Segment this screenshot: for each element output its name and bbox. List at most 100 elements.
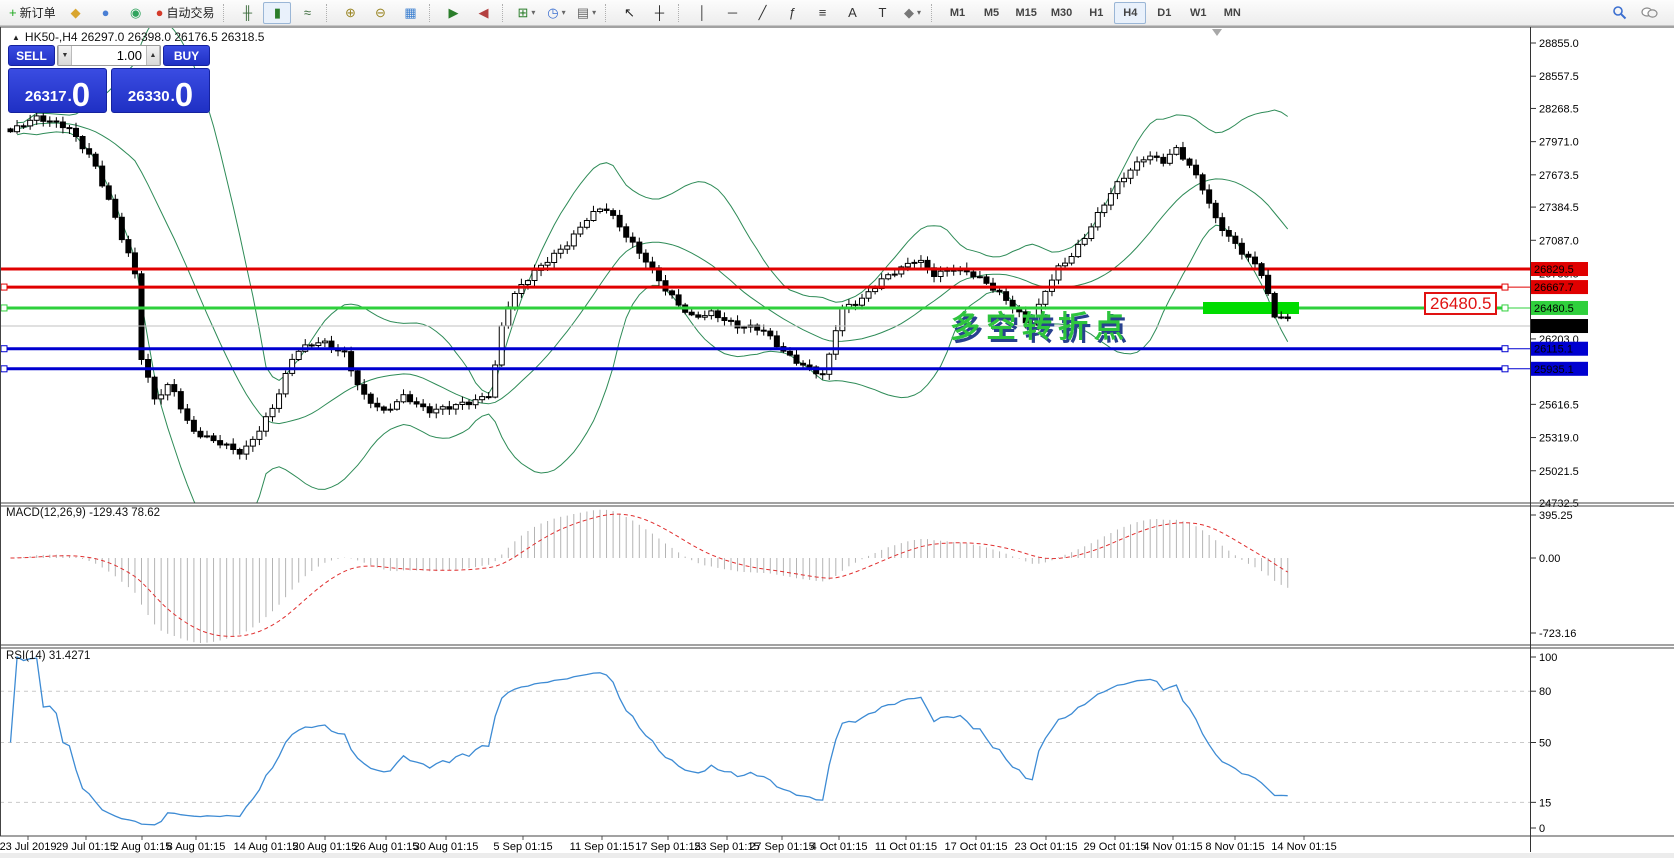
toolbar-separator <box>223 3 228 22</box>
line-anchor-marker[interactable] <box>0 365 8 373</box>
text-button[interactable]: A <box>838 2 866 24</box>
fibonacci-button[interactable]: ƒ <box>778 2 806 24</box>
tf-mn-button[interactable]: MN <box>1216 2 1248 24</box>
tf-h1-button[interactable]: H1 <box>1080 2 1112 24</box>
candle <box>1219 217 1226 231</box>
community-icon[interactable]: ● <box>92 2 120 24</box>
crosshair-button[interactable]: ┼ <box>645 2 673 24</box>
candle <box>7 128 14 133</box>
new-order-button[interactable]: + 新订单 <box>5 2 60 24</box>
market-icon[interactable]: ◆ <box>62 2 90 24</box>
line-anchor-marker[interactable] <box>1501 283 1509 291</box>
bar-chart-icon: ╫ <box>242 5 253 20</box>
cursor-icon: ↖ <box>624 5 635 20</box>
tf-m30-button[interactable]: M30 <box>1045 2 1078 24</box>
volume-input[interactable] <box>72 46 146 65</box>
candle <box>171 384 178 393</box>
candle <box>446 406 453 410</box>
zoom-in-button[interactable]: ⊕ <box>336 2 364 24</box>
candle <box>282 373 289 395</box>
trendline-icon: ╱ <box>758 5 767 20</box>
line-anchor-marker[interactable] <box>1501 345 1509 353</box>
candle <box>714 310 721 319</box>
vertical-line-button[interactable]: │ <box>688 2 716 24</box>
signals-icon[interactable]: ◉ <box>122 2 150 24</box>
dropdown-caret-icon: ▾ <box>561 8 566 17</box>
line-anchor-marker[interactable] <box>0 283 8 291</box>
time-axis-label: 29 Oct 01:15 <box>1084 841 1147 853</box>
price-axis-label: 28557.5 <box>1539 71 1579 83</box>
periods-button[interactable]: ◷ ▾ <box>542 2 570 24</box>
line-anchor-marker[interactable] <box>1501 304 1509 312</box>
buy-button[interactable]: BUY <box>163 45 210 66</box>
candle <box>767 330 774 337</box>
toolbar-buttons: + 新订单 ◆ ● ◉ ● 自动交易 ╫ ▮ ≈ ⊕ ⊖ ▦ ▶ ◀ ⊞ ▾ ◷ ▾ ▤ ▾ ↖ ┼ │ ─ ╱ ƒ ≡ A T ◆ ▾ M1 M… <box>4 1 1249 24</box>
tf-m5-button[interactable]: M5 <box>975 2 1007 24</box>
search-icon <box>1612 6 1626 20</box>
candle <box>505 306 512 327</box>
price-tag-label: 25935.1 <box>1534 364 1574 376</box>
candle <box>387 408 394 411</box>
candlestick-chart-button[interactable]: ▮ <box>263 1 292 24</box>
price-tag-label: 26115.1 <box>1534 344 1573 356</box>
price-axis-label: 27087.0 <box>1539 235 1579 247</box>
cursor-button[interactable]: ↖ <box>615 2 643 24</box>
volume-decrease-button[interactable]: ▼ <box>58 46 72 65</box>
dropdown-caret-icon: ▾ <box>592 8 597 17</box>
zoom-out-button[interactable]: ⊖ <box>366 2 394 24</box>
time-axis-label: 11 Oct 01:15 <box>875 841 937 853</box>
line-chart-button[interactable]: ≈ <box>293 2 321 24</box>
candle <box>885 274 892 280</box>
shapes-icon: ◆ <box>903 5 914 20</box>
channels-icon: ≡ <box>818 5 827 20</box>
sell-button[interactable]: SELL <box>8 45 55 66</box>
new-chart-button[interactable]: ⊞ ▾ <box>512 2 540 24</box>
channels-button[interactable]: ≡ <box>808 2 836 24</box>
tf-d1-button[interactable]: D1 <box>1148 2 1180 24</box>
candle <box>865 291 872 299</box>
text-label-button[interactable]: T <box>868 2 896 24</box>
highlight-rectangle[interactable] <box>1203 302 1299 314</box>
candle <box>400 394 407 403</box>
bar-chart-button[interactable]: ╫ <box>233 2 261 24</box>
sell-price-button[interactable]: 26317 . 0 <box>8 68 107 113</box>
candle <box>688 311 695 316</box>
chart-shift-button[interactable]: ◀ <box>469 2 497 24</box>
candle <box>603 208 610 212</box>
candle <box>1107 193 1114 206</box>
autotrading-button[interactable]: ● 自动交易 <box>152 2 219 24</box>
tile-windows-button[interactable]: ▦ <box>396 2 424 24</box>
price-axis-label: 24732.5 <box>1539 498 1579 510</box>
tf-m15-button[interactable]: M15 <box>1009 2 1042 24</box>
buy-price-button[interactable]: 26330 . 0 <box>111 68 210 113</box>
line-anchor-marker[interactable] <box>0 345 8 353</box>
auto-scroll-button[interactable]: ▶ <box>439 2 467 24</box>
tf-w1-button[interactable]: W1 <box>1182 2 1214 24</box>
horizontal-line-button[interactable]: ─ <box>718 2 746 24</box>
volume-increase-button[interactable]: ▲ <box>146 46 160 65</box>
candle <box>891 273 898 276</box>
candle <box>629 236 636 243</box>
chat-button[interactable] <box>1635 2 1663 24</box>
autotrading-button-label: 自动交易 <box>166 6 215 20</box>
trendline-button[interactable]: ╱ <box>748 2 776 24</box>
tf-h4-button[interactable]: H4 <box>1114 1 1147 24</box>
candle <box>1225 230 1232 237</box>
line-anchor-marker[interactable] <box>0 304 8 312</box>
chart-shift-marker[interactable] <box>1212 29 1222 36</box>
macd-axis-label: 395.25 <box>1539 510 1573 522</box>
candle <box>583 220 590 228</box>
toolbar-separator <box>931 3 936 22</box>
tf-m1-button[interactable]: M1 <box>941 2 973 24</box>
templates-button[interactable]: ▤ ▾ <box>572 2 600 24</box>
candle <box>970 271 977 278</box>
candle <box>426 406 433 414</box>
search-button[interactable] <box>1605 2 1633 24</box>
price-axis-label: 27971.0 <box>1539 137 1579 149</box>
line-anchor-marker[interactable] <box>1501 365 1509 373</box>
shapes-button[interactable]: ◆ ▾ <box>898 2 926 24</box>
candle <box>459 401 466 406</box>
collapse-triangle-icon[interactable]: ▲ <box>12 33 20 42</box>
candle <box>832 330 839 355</box>
volume-group: ▼ ▲ <box>57 45 161 66</box>
